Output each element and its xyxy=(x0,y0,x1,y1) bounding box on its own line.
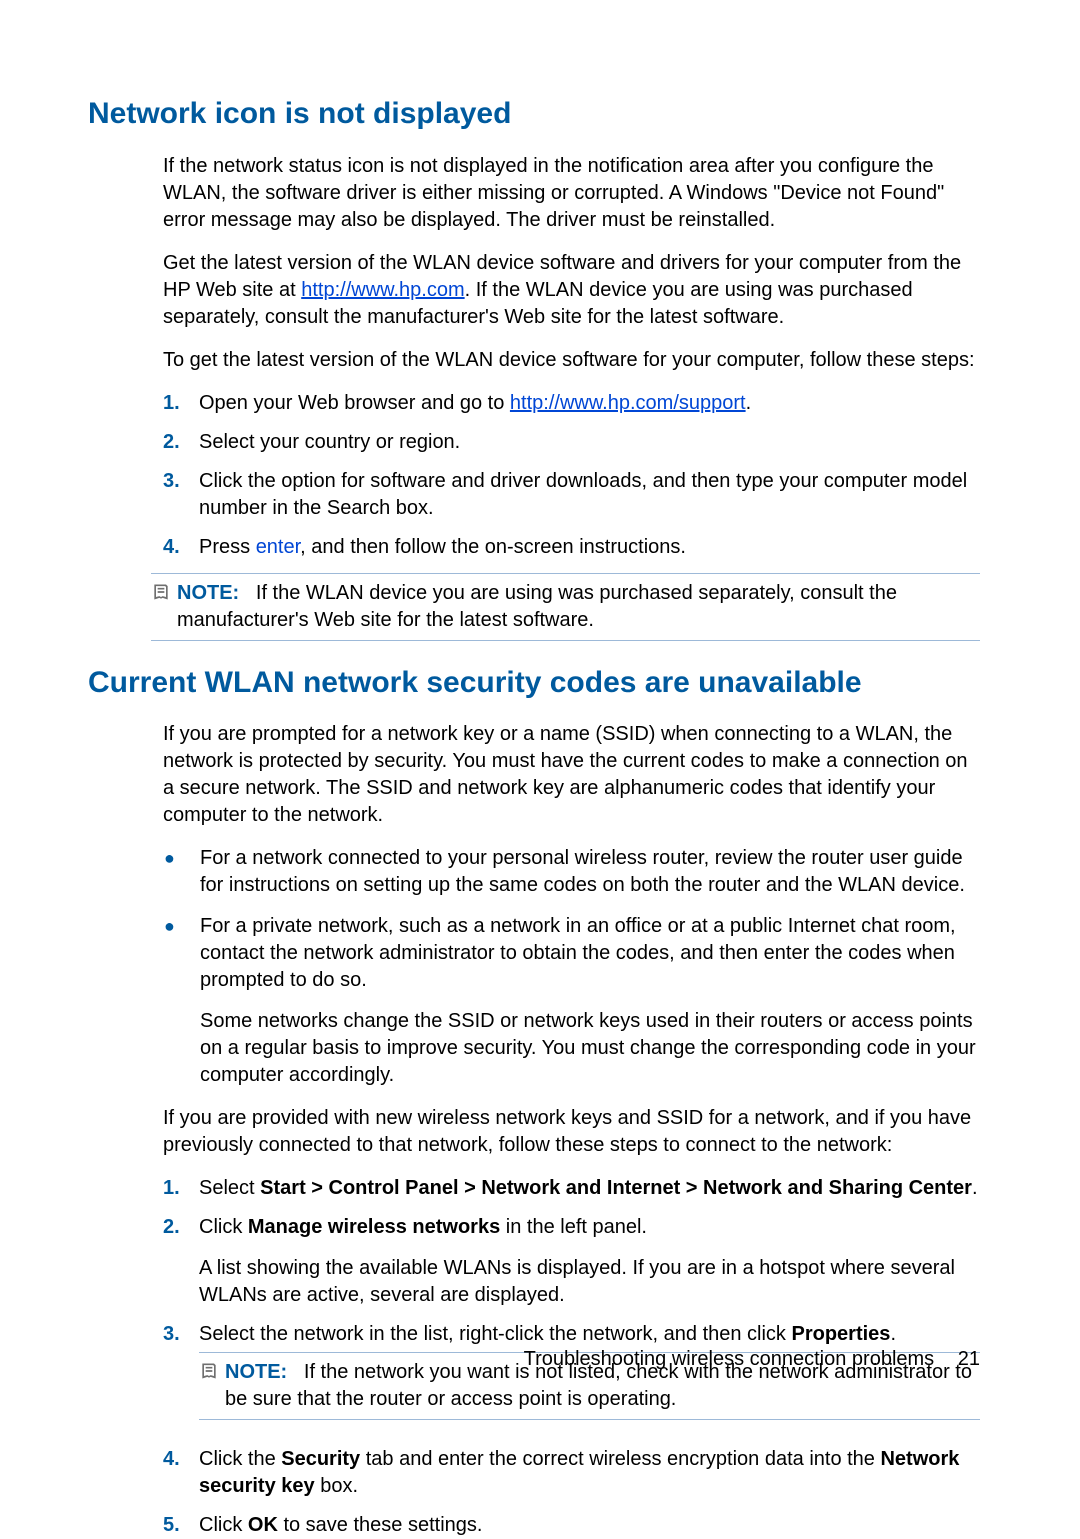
step-text: Click the option for software and driver… xyxy=(199,468,980,522)
step-text: Select the network in the list, right-cl… xyxy=(199,1321,980,1434)
note-label: NOTE: xyxy=(225,1361,287,1383)
note-icon xyxy=(199,1359,225,1413)
step-number: 4. xyxy=(163,1446,199,1473)
bullet-icon: ● xyxy=(163,845,200,872)
step-text: Select Start > Control Panel > Network a… xyxy=(199,1175,980,1202)
note-label: NOTE: xyxy=(177,582,239,604)
step-text: Press enter, and then follow the on-scre… xyxy=(199,534,980,561)
ordered-list: 1. Open your Web browser and go to http:… xyxy=(163,390,980,561)
bullet-list: ● For a network connected to your person… xyxy=(163,845,980,1089)
step-text: Click OK to save these settings. xyxy=(199,1512,980,1539)
body-text: If the network status icon is not displa… xyxy=(163,153,980,234)
footer-section-label: Troubleshooting wireless connection prob… xyxy=(524,1348,935,1370)
step-number: 2. xyxy=(163,429,199,456)
link-hp-support[interactable]: http://www.hp.com/support xyxy=(510,392,746,414)
page-footer: Troubleshooting wireless connection prob… xyxy=(524,1346,980,1373)
body-text: If you are prompted for a network key or… xyxy=(163,721,980,829)
step-number: 5. xyxy=(163,1512,199,1539)
bullet-extra-text: Some networks change the SSID or network… xyxy=(200,1008,980,1089)
heading-network-icon: Network icon is not displayed xyxy=(88,94,980,135)
key-name: enter xyxy=(256,536,300,558)
bullet-text: For a private network, such as a network… xyxy=(200,913,980,1089)
step-number: 1. xyxy=(163,390,199,417)
note-icon xyxy=(151,580,177,634)
step-text: Click the Security tab and enter the cor… xyxy=(199,1446,980,1500)
step-number: 3. xyxy=(163,1321,199,1348)
body-text: If you are provided with new wireless ne… xyxy=(163,1105,980,1159)
step-text: Open your Web browser and go to http://w… xyxy=(199,390,980,417)
body-text: To get the latest version of the WLAN de… xyxy=(163,347,980,374)
step-number: 3. xyxy=(163,468,199,495)
step-extra-text: A list showing the available WLANs is di… xyxy=(199,1255,980,1309)
footer-page-number: 21 xyxy=(958,1348,980,1370)
bullet-text: For a network connected to your personal… xyxy=(200,845,980,899)
step-number: 4. xyxy=(163,534,199,561)
step-number: 1. xyxy=(163,1175,199,1202)
body-text: Get the latest version of the WLAN devic… xyxy=(163,250,980,331)
note-text: NOTE: If the WLAN device you are using w… xyxy=(177,580,980,634)
step-number: 2. xyxy=(163,1214,199,1241)
step-text: Click Manage wireless networks in the le… xyxy=(199,1214,980,1309)
step-text: Select your country or region. xyxy=(199,429,980,456)
link-hp[interactable]: http://www.hp.com xyxy=(301,279,464,301)
bullet-icon: ● xyxy=(163,913,200,940)
heading-wlan-codes: Current WLAN network security codes are … xyxy=(88,663,980,704)
